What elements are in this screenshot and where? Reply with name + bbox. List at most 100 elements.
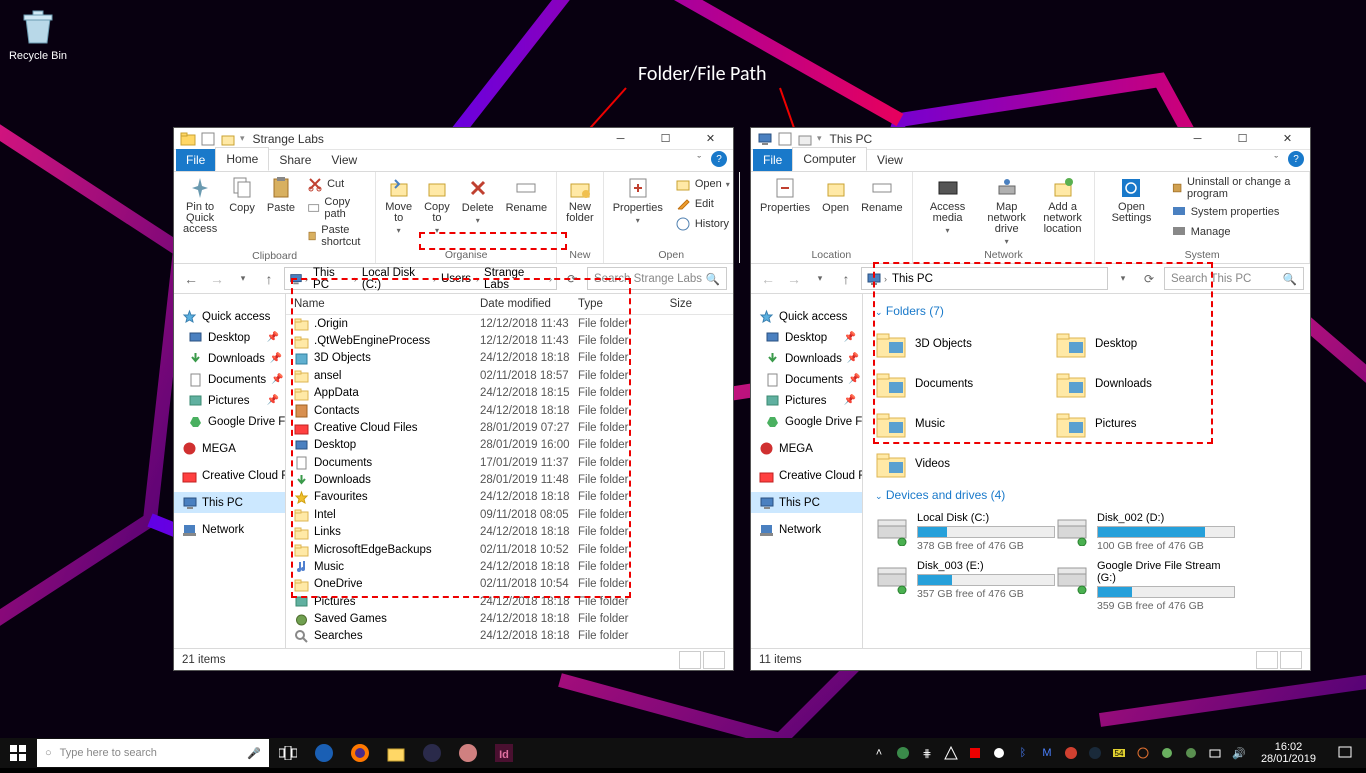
taskbar-app-indesign[interactable]: Id (486, 738, 522, 768)
table-row[interactable]: Downloads28/01/2019 11:48File folder (286, 471, 733, 488)
rename-button[interactable]: Rename (503, 174, 551, 216)
search-input[interactable]: Search This PC🔍 (1164, 267, 1304, 290)
table-row[interactable]: Links24/12/2018 18:18File folder (286, 524, 733, 541)
breadcrumb-segment[interactable]: Strange Labs (481, 267, 547, 291)
nav-item-network[interactable]: Network (174, 519, 285, 540)
table-row[interactable]: .Origin12/12/2018 11:43File folder (286, 315, 733, 332)
qat-icon[interactable] (797, 131, 813, 147)
tab-file[interactable]: File (753, 149, 792, 171)
nav-item-gdrive[interactable]: Google Drive File📌 (751, 411, 862, 432)
nav-back-button[interactable]: ← (757, 268, 779, 290)
nav-up-button[interactable]: ↑ (835, 268, 857, 290)
nav-item-thispc[interactable]: This PC (751, 492, 862, 513)
start-button[interactable] (0, 738, 36, 768)
table-row[interactable]: Contacts24/12/2018 18:18File folder (286, 402, 733, 419)
table-row[interactable]: .QtWebEngineProcess12/12/2018 11:43File … (286, 332, 733, 349)
drive-item[interactable]: Google Drive File Stream (G:)359 GB free… (1055, 556, 1235, 616)
folder-item[interactable]: 3D Objects (875, 324, 1055, 364)
move-to-button[interactable]: Move to▾ (382, 174, 415, 237)
copy-path-button[interactable]: Copy path (304, 194, 369, 222)
qat-new-folder-icon[interactable] (220, 131, 236, 147)
folder-item[interactable]: Pictures (1055, 404, 1235, 444)
tab-computer[interactable]: Computer (792, 147, 867, 171)
copy-button[interactable]: Copy (226, 174, 258, 216)
folder-item[interactable]: Music (875, 404, 1055, 444)
tray-icon[interactable]: M (1039, 745, 1055, 761)
nav-item-quick[interactable]: Quick access (174, 306, 285, 327)
tray-icon[interactable]: 54 (1111, 745, 1127, 761)
nav-item-ccf[interactable]: Creative Cloud Files (174, 465, 285, 486)
nav-item-ccf[interactable]: Creative Cloud Files (751, 465, 862, 486)
nav-forward-button[interactable]: → (206, 268, 228, 290)
tray-icon[interactable] (1159, 745, 1175, 761)
folder-item[interactable]: Documents (875, 364, 1055, 404)
tray-network-icon[interactable] (1207, 745, 1223, 761)
tray-slack-icon[interactable]: ⋕ (919, 745, 935, 761)
table-row[interactable]: Creative Cloud Files28/01/2019 07:27File… (286, 419, 733, 436)
qat-dropdown-icon[interactable]: ▾ (240, 133, 245, 144)
view-details-button[interactable] (1256, 651, 1278, 669)
help-icon[interactable]: ? (711, 151, 727, 167)
access-media-button[interactable]: Access media▾ (919, 174, 977, 237)
nav-forward-button[interactable]: → (783, 268, 805, 290)
tray-icon[interactable] (1135, 745, 1151, 761)
breadcrumb-segment[interactable]: This PC (889, 273, 936, 285)
history-button[interactable]: History (672, 214, 733, 234)
table-row[interactable]: Favourites24/12/2018 18:18File folder (286, 489, 733, 506)
task-view-button[interactable] (270, 738, 306, 768)
tray-icon[interactable] (991, 745, 1007, 761)
tray-icon[interactable] (895, 745, 911, 761)
folder-item[interactable]: Videos (875, 444, 1055, 484)
table-row[interactable]: Pictures24/12/2018 18:18File folder (286, 593, 733, 610)
taskbar-app-explorer[interactable] (378, 738, 414, 768)
add-network-location-button[interactable]: Add a network location (1037, 174, 1088, 237)
nav-item-downloads[interactable]: Downloads📌 (751, 348, 862, 369)
tab-view[interactable]: View (321, 149, 367, 171)
nav-item-pictures[interactable]: Pictures📌 (751, 390, 862, 411)
view-icons-button[interactable] (1280, 651, 1302, 669)
open-button[interactable]: Open▾ (672, 174, 733, 194)
nav-history-dropdown[interactable]: ▾ (809, 268, 831, 290)
column-headers[interactable]: Name Date modified Type Size (286, 294, 733, 315)
table-row[interactable]: Desktop28/01/2019 16:00File folder (286, 437, 733, 454)
system-properties-button[interactable]: System properties (1168, 202, 1303, 222)
table-row[interactable]: Searches24/12/2018 18:18File folder (286, 628, 733, 645)
drive-item[interactable]: Disk_002 (D:)100 GB free of 476 GB (1055, 508, 1235, 556)
nav-up-button[interactable]: ↑ (258, 268, 280, 290)
refresh-button[interactable]: ⟳ (561, 268, 583, 290)
maximize-button[interactable]: ☐ (643, 128, 688, 150)
col-date[interactable]: Date modified (472, 298, 570, 310)
properties-button[interactable]: Properties▾ (610, 174, 666, 227)
nav-item-network[interactable]: Network (751, 519, 862, 540)
help-icon[interactable]: ? (1288, 151, 1304, 167)
mic-icon[interactable]: 🎤 (247, 747, 261, 760)
breadcrumb-dropdown[interactable]: ▾ (1112, 268, 1134, 290)
table-row[interactable]: Documents17/01/2019 11:37File folder (286, 454, 733, 471)
table-row[interactable]: Intel09/11/2018 08:05File folder (286, 506, 733, 523)
minimize-button[interactable]: ─ (1175, 128, 1220, 150)
nav-item-thispc[interactable]: This PC (174, 492, 285, 513)
tray-icon[interactable] (943, 745, 959, 761)
properties-button[interactable]: Properties (757, 174, 813, 216)
pin-to-quick-access-button[interactable]: Pin to Quick access (180, 174, 220, 237)
table-row[interactable]: Music24/12/2018 18:18File folder (286, 558, 733, 575)
nav-item-documents[interactable]: Documents📌 (174, 369, 285, 390)
taskbar-app-1[interactable] (414, 738, 450, 768)
refresh-button[interactable]: ⟳ (1138, 268, 1160, 290)
tab-file[interactable]: File (176, 149, 215, 171)
view-details-button[interactable] (679, 651, 701, 669)
table-row[interactable]: 3D Objects24/12/2018 18:18File folder (286, 350, 733, 367)
table-row[interactable]: ansel02/11/2018 18:57File folder (286, 367, 733, 384)
nav-item-quick[interactable]: Quick access (751, 306, 862, 327)
open-button[interactable]: Open (819, 174, 852, 216)
col-size[interactable]: Size (640, 298, 700, 310)
close-button[interactable]: ✕ (1265, 128, 1310, 150)
tab-view[interactable]: View (867, 149, 913, 171)
tray-steam-icon[interactable] (1087, 745, 1103, 761)
folders-section-header[interactable]: ⌄ Folders (7) (875, 304, 1298, 318)
edit-button[interactable]: Edit (672, 194, 733, 214)
breadcrumb-segment[interactable]: Users (438, 273, 474, 285)
tray-icon[interactable] (1183, 745, 1199, 761)
tray-icon[interactable] (1063, 745, 1079, 761)
search-input[interactable]: Search Strange Labs🔍 (587, 267, 727, 290)
